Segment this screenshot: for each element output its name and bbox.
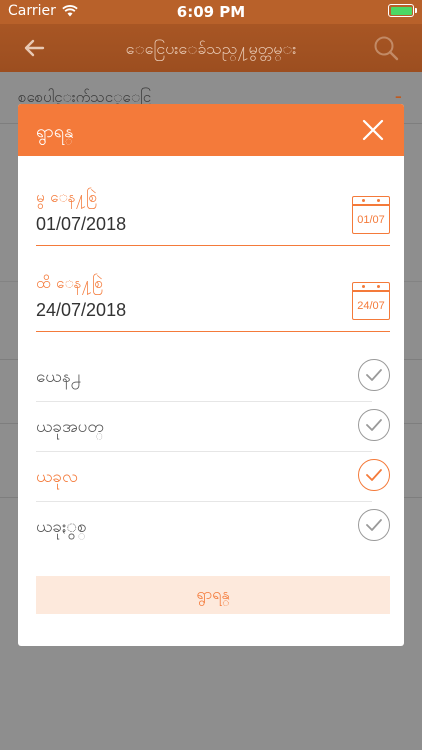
option-this-year[interactable]: ယခုႏွစ္ [36,502,390,552]
calendar-header-line [353,290,389,292]
calendar-header-line [353,204,389,206]
option-label: ယခုလ [36,467,79,487]
arrow-left-icon [24,39,45,57]
from-date-label: မွ ေန႔စြဲ [36,188,98,206]
battery-icon [388,4,417,17]
calendar-ring [377,199,380,202]
to-date-field[interactable]: ထိ ေန႔စြဲ 24/07/2018 24/07 [36,274,390,332]
option-label: ယခုႏွစ္ [36,517,87,537]
search-submit-button[interactable]: ရွာရန္ [36,576,390,614]
to-date-label: ထိ ေန႔စြဲ [36,274,104,292]
status-bar: Carrier 6:09 PM [0,0,422,24]
to-date-value[interactable]: 24/07/2018 [36,300,126,321]
from-calendar-text: 01/07 [357,214,385,226]
calendar-ring [362,285,365,288]
from-date-value[interactable]: 01/07/2018 [36,214,126,235]
battery-fill [390,6,412,15]
dialog-title: ရွာရန္ [36,121,74,142]
calendar-icon[interactable]: 24/07 [352,282,390,320]
navigation-bar: ေငြေပးေခ်သည္႔မွတ္တမ္း [0,24,422,72]
calendar-ring [377,285,380,288]
status-time: 6:09 PM [176,3,246,21]
battery-outline [388,4,417,17]
dialog-header: ရွာရန္ [18,104,404,156]
check-circle-icon[interactable] [358,359,390,391]
checkmark-icon [366,519,382,531]
from-date-field[interactable]: မွ ေန႔စြဲ 01/07/2018 01/07 [36,188,390,246]
checkmark-icon [366,469,382,481]
option-this-week[interactable]: ယခုအပတ္ [36,402,390,452]
option-label: ယခုအပတ္ [36,417,104,437]
close-icon [362,119,384,141]
check-circle-icon[interactable] [358,409,390,441]
calendar-ring [362,199,365,202]
search-button[interactable] [372,34,400,62]
check-circle-icon[interactable] [358,459,390,491]
checkmark-icon [366,369,382,381]
calendar-icon[interactable]: 01/07 [352,196,390,234]
search-dialog: ရွာရန္ မွ ေန႔စြဲ 01/07/2018 01/07 ထိ ေန႔… [18,104,404,646]
option-this-month[interactable]: ယခုလ [36,452,390,502]
check-circle-icon[interactable] [358,509,390,541]
back-button[interactable] [20,34,48,62]
page-title: ေငြေပးေခ်သည္႔မွတ္တမ္း [125,39,297,58]
option-today[interactable]: ယေန႕ [36,352,390,402]
search-icon [374,36,399,61]
close-button[interactable] [360,117,386,143]
to-calendar-text: 24/07 [357,300,385,312]
option-label: ယေန႕ [36,367,82,387]
checkmark-icon [366,419,382,431]
